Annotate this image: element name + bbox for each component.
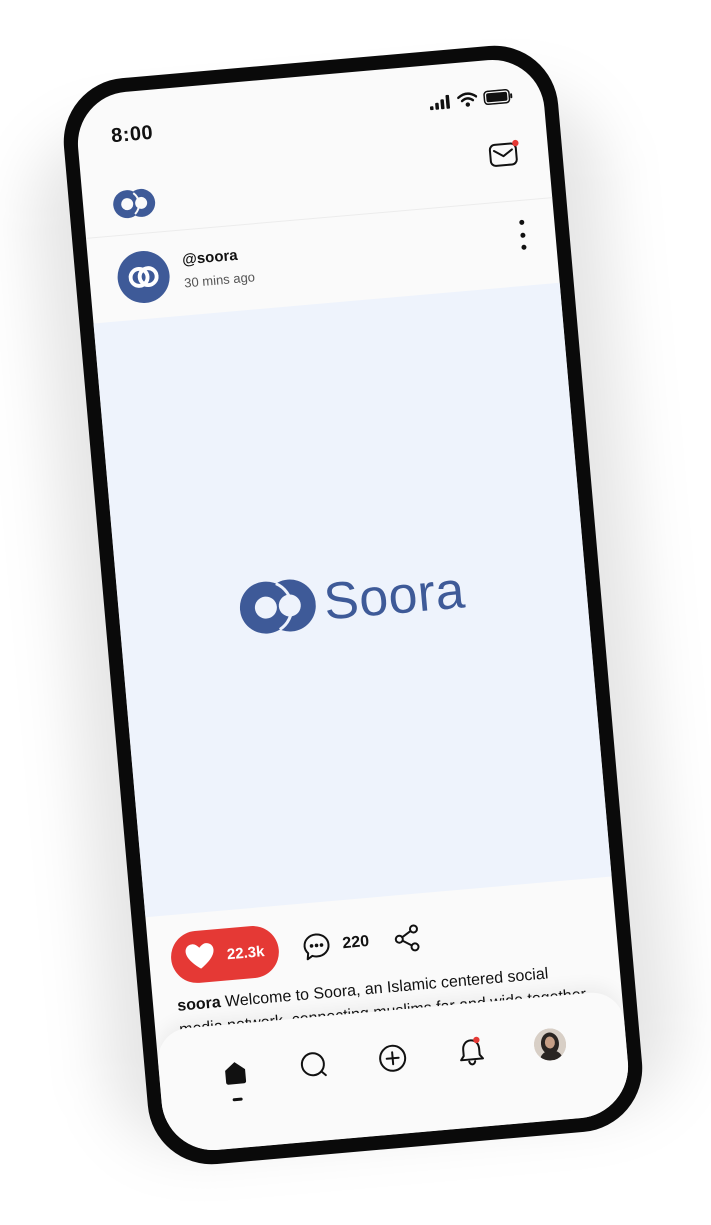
soora-brand: Soora [238,560,468,639]
brand-wordmark: Soora [321,561,468,632]
search-icon [300,1052,327,1077]
bell-icon [460,1036,485,1066]
home-icon [224,1062,246,1085]
comment-count: 220 [341,932,370,953]
like-count: 22.3k [226,942,266,963]
nav-create[interactable] [373,1039,412,1078]
plus-circle-icon [379,1044,407,1072]
phone-screen: 8:00 @soora 30 mins ago Soora 22.3k 220 … [73,55,633,1155]
post-avatar[interactable] [115,248,172,306]
scene: 8:00 @soora 30 mins ago Soora 22.3k 220 … [0,0,711,1225]
profile-photo [533,1027,568,1062]
nav-profile[interactable] [531,1025,570,1064]
post-media[interactable]: Soora [93,282,612,918]
phone-frame: 8:00 @soora 30 mins ago Soora 22.3k 220 … [58,40,648,1170]
signal-icon [429,94,450,110]
status-icons [429,88,514,110]
battery-icon [483,89,513,106]
post-username[interactable]: @soora [182,247,239,269]
share-icon[interactable] [392,923,422,953]
bell-notification-dot [473,1036,480,1044]
post-time: 30 mins ago [183,269,256,291]
comment-icon [303,933,330,961]
status-time: 8:00 [110,121,155,148]
nav-active-indicator [232,1097,243,1102]
like-button[interactable]: 22.3k [168,923,282,986]
nav-home[interactable] [215,1053,254,1102]
caption-username[interactable]: soora [177,994,222,1015]
heart-icon [185,943,214,969]
wifi-icon [457,92,478,107]
mail-notification-dot [512,139,519,147]
soora-logo-icon [128,266,159,288]
nav-notifications[interactable] [452,1032,491,1071]
soora-logo-icon [240,579,317,634]
profile-avatar [533,1027,568,1062]
nav-search[interactable] [294,1046,333,1085]
comment-button[interactable]: 220 [301,928,370,962]
soora-logo-icon[interactable] [110,186,159,222]
more-vertical-icon[interactable] [514,219,531,250]
mail-icon[interactable] [487,138,523,171]
